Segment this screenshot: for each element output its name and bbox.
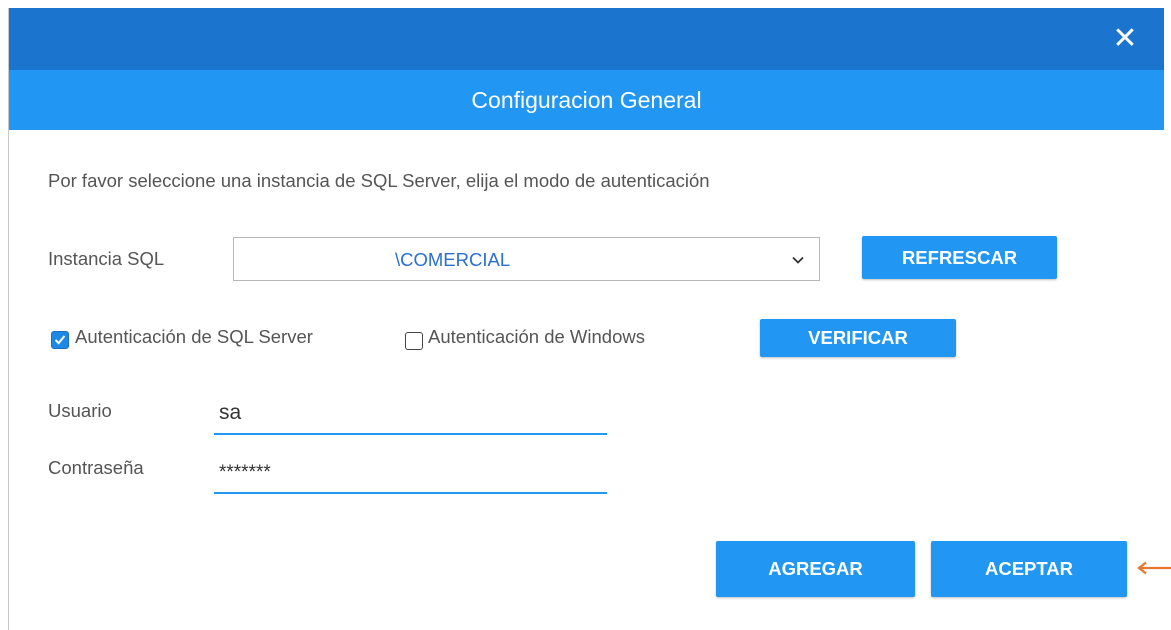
sql-instance-select[interactable]: \COMERCIAL bbox=[233, 237, 820, 281]
windows-auth-checkbox[interactable] bbox=[405, 332, 423, 350]
dialog-header: Configuracion General bbox=[9, 70, 1164, 130]
verify-button[interactable]: VERIFICAR bbox=[760, 319, 956, 357]
password-field[interactable]: ******* bbox=[214, 456, 607, 494]
sql-instance-value: \COMERCIAL bbox=[395, 249, 511, 270]
accept-button-label: ACEPTAR bbox=[984, 558, 1074, 579]
windows-auth-label: Autenticación de Windows bbox=[428, 326, 645, 347]
refresh-button[interactable]: REFRESCAR bbox=[862, 236, 1057, 279]
verify-button-label: VERIFICAR bbox=[808, 327, 908, 348]
user-value: sa bbox=[219, 401, 242, 424]
configuration-dialog: ✕ Configuracion General Por favor selecc… bbox=[8, 8, 1164, 630]
password-label: Contraseña bbox=[48, 457, 144, 478]
password-value: ******* bbox=[219, 462, 271, 483]
dialog-title: Configuracion General bbox=[471, 86, 702, 113]
arrow-left-icon bbox=[1137, 561, 1171, 575]
instance-label: Instancia SQL bbox=[48, 248, 165, 269]
sql-auth-label: Autenticación de SQL Server bbox=[75, 326, 313, 347]
sql-auth-checkbox[interactable] bbox=[51, 331, 69, 349]
add-button[interactable]: AGREGAR bbox=[716, 541, 915, 597]
accept-button[interactable]: ACEPTAR bbox=[931, 541, 1127, 597]
user-label: Usuario bbox=[48, 400, 112, 421]
add-button-label: AGREGAR bbox=[768, 558, 863, 579]
close-button[interactable]: ✕ bbox=[1108, 22, 1142, 56]
user-field[interactable]: sa bbox=[214, 397, 607, 435]
chevron-down-icon bbox=[792, 256, 804, 264]
close-icon: ✕ bbox=[1112, 22, 1138, 55]
instructions-text: Por favor seleccione una instancia de SQ… bbox=[48, 170, 710, 191]
refresh-button-label: REFRESCAR bbox=[901, 246, 1018, 268]
title-bar: ✕ bbox=[9, 8, 1164, 70]
checkmark-icon bbox=[54, 335, 66, 345]
